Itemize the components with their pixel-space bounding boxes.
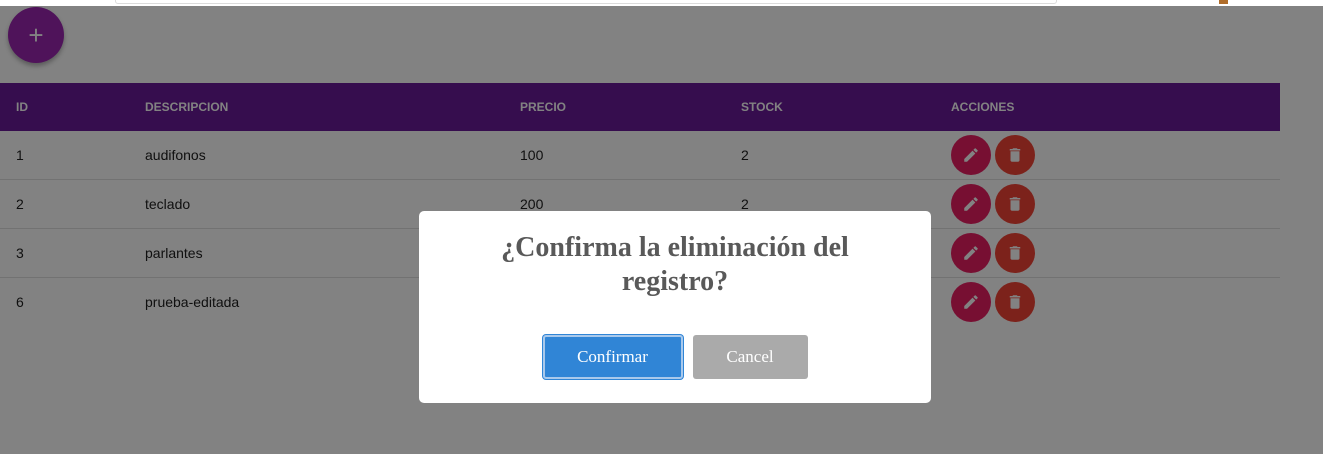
confirm-delete-dialog: ¿Confirma la eliminación del registro? C… — [419, 211, 931, 403]
confirm-button[interactable]: Confirmar — [542, 335, 683, 379]
dialog-title: ¿Confirma la eliminación del registro? — [501, 232, 849, 297]
bookmark-icon — [1219, 0, 1228, 4]
cancel-button[interactable]: Cancel — [692, 335, 808, 379]
address-field[interactable] — [115, 0, 1057, 4]
